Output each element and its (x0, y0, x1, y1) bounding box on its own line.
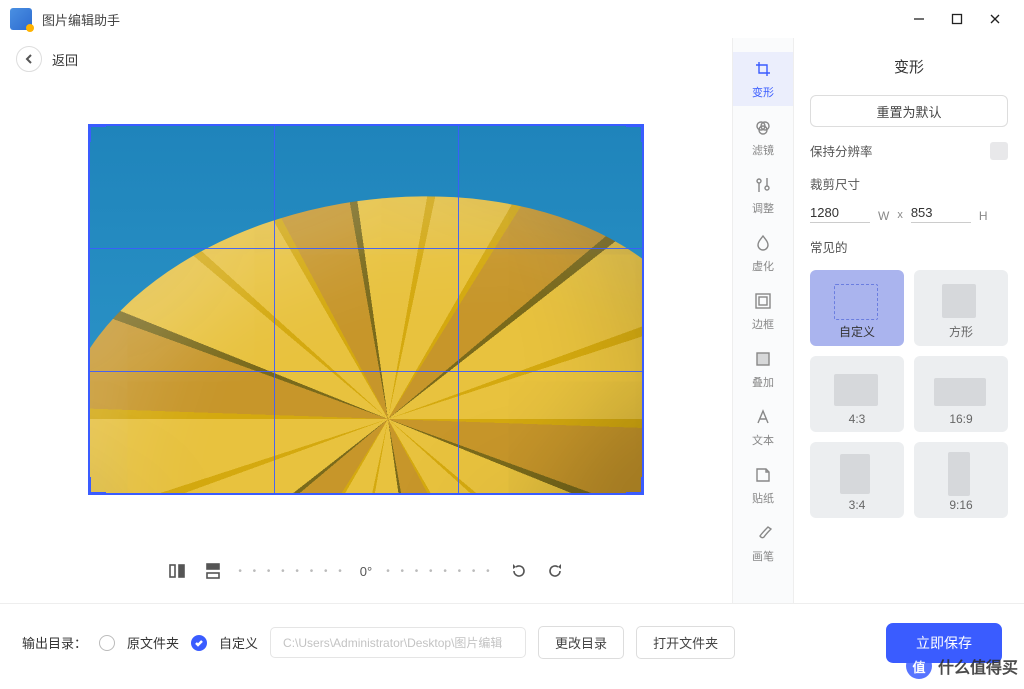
radio-custom-folder[interactable] (191, 635, 207, 651)
rotate-ccw-icon[interactable] (508, 560, 530, 582)
open-folder-button[interactable]: 打开文件夹 (636, 626, 735, 659)
preset-3-4[interactable]: 3:4 (810, 442, 904, 518)
width-input[interactable] (810, 203, 870, 223)
brush-icon (733, 522, 793, 544)
radio-original-label: 原文件夹 (127, 633, 179, 652)
border-icon (733, 290, 793, 312)
preset-custom[interactable]: 自定义 (810, 270, 904, 346)
output-path: C:\Users\Administrator\Desktop\图片编辑 (270, 627, 526, 658)
strip-filter[interactable]: 滤镜 (733, 110, 793, 168)
strip-border[interactable]: 边框 (733, 284, 793, 342)
sticker-icon (733, 464, 793, 486)
text-icon (733, 406, 793, 428)
preset-square[interactable]: 方形 (914, 270, 1008, 346)
canvas-toolbar: • • • • • • • • 0° • • • • • • • • (14, 539, 718, 603)
tool-strip: 变形 滤镜 调整 虚化 边框 叠加 文本 贴纸 画笔 (732, 38, 794, 603)
close-button[interactable] (976, 4, 1014, 34)
preset-thumb (948, 452, 970, 496)
footer-bar: 输出目录： 原文件夹 自定义 C:\Users\Administrator\De… (0, 603, 1024, 681)
preset-4-3[interactable]: 4:3 (810, 356, 904, 432)
height-input[interactable] (911, 203, 971, 223)
strip-sticker[interactable]: 贴纸 (733, 458, 793, 516)
preset-thumb (934, 378, 986, 406)
crop-icon (733, 58, 793, 80)
flip-vertical-icon[interactable] (202, 560, 224, 582)
panel-title: 变形 (810, 50, 1008, 81)
title-bar: 图片编辑助手 (0, 0, 1024, 38)
transform-panel: 变形 重置为默认 保持分辨率 裁剪尺寸 W x H 常见的 自定义 方形 4:3… (794, 38, 1024, 603)
drop-icon (733, 232, 793, 254)
crop-size-label: 裁剪尺寸 (810, 174, 1008, 193)
maximize-button[interactable] (938, 4, 976, 34)
radio-original-folder[interactable] (99, 635, 115, 651)
width-unit: W (878, 209, 889, 223)
strip-brush[interactable]: 画笔 (733, 516, 793, 574)
preset-thumb (834, 284, 878, 320)
preset-9-16[interactable]: 9:16 (914, 442, 1008, 518)
app-title: 图片编辑助手 (42, 10, 120, 29)
strip-transform[interactable]: 变形 (733, 52, 793, 110)
back-label: 返回 (52, 50, 78, 69)
height-unit: H (979, 209, 988, 223)
filter-icon (733, 116, 793, 138)
preset-16-9[interactable]: 16:9 (914, 356, 1008, 432)
preset-thumb (840, 454, 870, 494)
keep-resolution-label: 保持分辨率 (810, 141, 873, 160)
save-button[interactable]: 立即保存 (886, 623, 1002, 663)
rotation-degree: 0° (360, 564, 372, 579)
strip-overlay[interactable]: 叠加 (733, 342, 793, 400)
preset-thumb (942, 284, 976, 318)
dim-separator: x (897, 209, 903, 223)
change-dir-button[interactable]: 更改目录 (538, 626, 624, 659)
minimize-button[interactable] (900, 4, 938, 34)
rotate-slider-left[interactable]: • • • • • • • • (238, 566, 345, 577)
crop-grid-line (90, 248, 642, 249)
editor-area: 返回 • • • • • • • • 0° • • • • • • • • (0, 38, 732, 603)
flip-horizontal-icon[interactable] (166, 560, 188, 582)
crop-handle-bl[interactable] (88, 477, 106, 495)
strip-adjust[interactable]: 调整 (733, 168, 793, 226)
crop-grid-line (90, 371, 642, 372)
rotate-slider-right[interactable]: • • • • • • • • (386, 566, 493, 577)
image-canvas[interactable] (88, 124, 644, 495)
overlay-icon (733, 348, 793, 370)
keep-resolution-checkbox[interactable] (990, 142, 1008, 160)
crop-handle-tr[interactable] (626, 124, 644, 142)
rotate-cw-icon[interactable] (544, 560, 566, 582)
crop-handle-br[interactable] (626, 477, 644, 495)
crop-grid-line (458, 126, 459, 493)
adjust-icon (733, 174, 793, 196)
crop-handle-tl[interactable] (88, 124, 106, 142)
crop-grid-line (274, 126, 275, 493)
back-button[interactable] (16, 46, 42, 72)
app-logo-icon (10, 8, 32, 30)
reset-button[interactable]: 重置为默认 (810, 95, 1008, 127)
preset-thumb (834, 374, 878, 406)
common-presets-label: 常见的 (810, 237, 1008, 256)
radio-custom-label: 自定义 (219, 633, 258, 652)
strip-text[interactable]: 文本 (733, 400, 793, 458)
strip-blur[interactable]: 虚化 (733, 226, 793, 284)
output-dir-label: 输出目录： (22, 633, 87, 652)
